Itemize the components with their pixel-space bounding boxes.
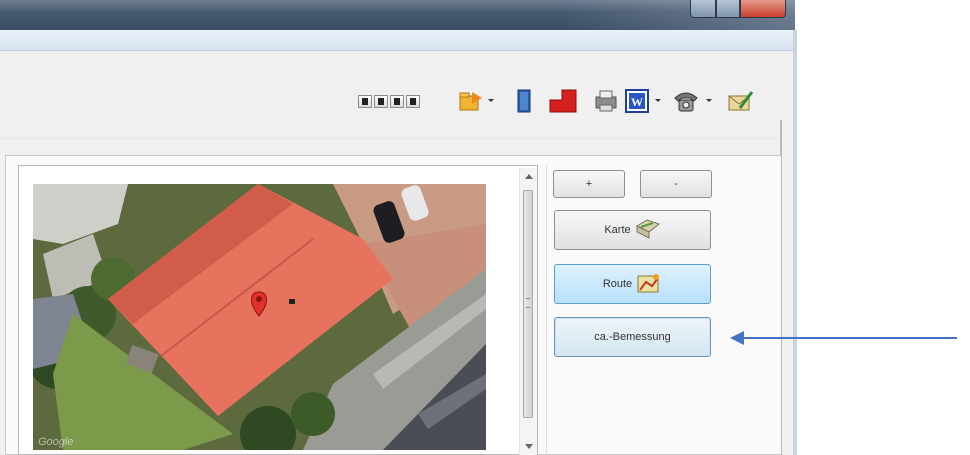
scroll-down-icon[interactable]	[525, 444, 533, 449]
karte-button[interactable]: Karte	[554, 210, 711, 250]
route-map-icon	[636, 272, 662, 297]
telephone-icon[interactable]	[672, 88, 700, 114]
title-bar	[0, 0, 795, 30]
telephone-dropdown-icon[interactable]	[706, 97, 712, 103]
door-exit-icon[interactable]	[513, 88, 535, 114]
maximize-button[interactable]	[716, 0, 740, 18]
printer-icon[interactable]	[593, 88, 619, 114]
map-scrollbar[interactable]	[519, 168, 537, 455]
export-dropdown-icon[interactable]	[488, 97, 494, 103]
zoom-in-label: +	[585, 178, 593, 190]
record-navigation	[358, 95, 420, 108]
first-record-button[interactable]	[358, 95, 372, 108]
last-record-button[interactable]	[406, 95, 420, 108]
menu-strip	[0, 30, 795, 51]
word-dropdown-icon[interactable]	[655, 97, 661, 103]
scroll-up-icon[interactable]	[525, 174, 533, 179]
window-controls	[690, 0, 790, 20]
folder-export-icon[interactable]	[458, 88, 484, 114]
annotation-arrow-head	[730, 331, 744, 345]
annotation-arrow-line	[742, 337, 957, 339]
zoom-out-button[interactable]: -	[640, 170, 712, 198]
bemessung-button[interactable]: ca.-Bemessung	[554, 317, 711, 357]
window-frame	[793, 30, 797, 455]
zoom-out-label: -	[674, 178, 678, 190]
minimize-button[interactable]	[690, 0, 716, 18]
svg-text:W: W	[631, 95, 643, 109]
word-icon[interactable]: W	[624, 88, 650, 114]
karte-label: Karte	[604, 224, 631, 236]
route-label: Route	[602, 278, 633, 290]
next-record-button[interactable]	[390, 95, 404, 108]
satellite-map[interactable]	[33, 184, 486, 450]
previous-record-button[interactable]	[374, 95, 388, 108]
envelope-edit-icon[interactable]	[726, 88, 754, 114]
application-window: W Google + - Karte Route ca.-Bemessung	[0, 0, 970, 455]
close-button[interactable]	[740, 0, 786, 18]
bemessung-label: ca.-Bemessung	[594, 331, 671, 343]
map-watermark: Google	[38, 436, 74, 448]
route-button[interactable]: Route	[554, 264, 711, 304]
map-icon	[635, 218, 661, 243]
zoom-in-button[interactable]: +	[553, 170, 625, 198]
red-chart-icon[interactable]	[548, 88, 578, 114]
